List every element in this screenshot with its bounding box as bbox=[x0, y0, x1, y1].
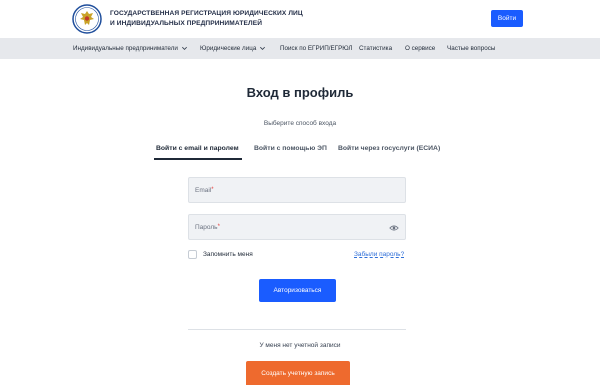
page-subtitle: Выберите способ входа bbox=[263, 120, 337, 127]
nav-item-label: Поиск по ЕГРИП/ЕГРЮЛ bbox=[280, 45, 353, 52]
login-method-tabs: Войти с email и паролем Войти с помощью … bbox=[154, 145, 444, 161]
required-mark: * bbox=[211, 187, 214, 193]
chevron-down-icon bbox=[260, 46, 266, 50]
eagle-emblem-icon[interactable] bbox=[72, 4, 102, 34]
required-mark: * bbox=[217, 224, 220, 230]
nav-item-label: Юридические лица bbox=[200, 45, 257, 52]
brand-title: ГОСУДАРСТВЕННАЯ РЕГИСТРАЦИЯ ЮРИДИЧЕСКИХ … bbox=[110, 9, 303, 28]
email-field[interactable]: Email* bbox=[188, 177, 406, 203]
remember-me-label[interactable]: Запомнить меня bbox=[203, 251, 253, 258]
create-account-button[interactable]: Создать учетную запись bbox=[246, 361, 350, 385]
main-nav: Индивидуальные предприниматели Юридическ… bbox=[0, 38, 600, 59]
nav-item-legal-entities[interactable]: Юридические лица bbox=[200, 38, 266, 59]
nav-item-label: Статистика bbox=[359, 45, 393, 52]
brand-line-1: ГОСУДАРСТВЕННАЯ РЕГИСТРАЦИЯ ЮРИДИЧЕСКИХ … bbox=[110, 10, 303, 17]
divider bbox=[188, 329, 406, 330]
nav-item-label: Частые вопросы bbox=[447, 45, 496, 52]
authorize-button[interactable]: Авторизоваться bbox=[259, 279, 336, 302]
active-tab-indicator bbox=[154, 158, 242, 160]
remember-me-checkbox[interactable] bbox=[188, 250, 197, 259]
nav-item-entrepreneurs[interactable]: Индивидуальные предприниматели bbox=[73, 38, 188, 59]
no-account-text: У меня нет учетной записи bbox=[259, 342, 341, 349]
email-label-text: Email bbox=[195, 187, 212, 194]
tab-gosuslugi[interactable]: Войти через госуслуги (ЕСИА) bbox=[338, 145, 440, 152]
chevron-down-icon bbox=[181, 46, 187, 50]
password-field-label: Пароль* bbox=[195, 224, 220, 231]
header-login-button[interactable]: Войти bbox=[491, 10, 523, 27]
brand-line-2: И ИНДИВИДУАЛЬНЫХ ПРЕДПРИНИМАТЕЛЕЙ bbox=[110, 19, 263, 27]
site-header: ГОСУДАРСТВЕННАЯ РЕГИСТРАЦИЯ ЮРИДИЧЕСКИХ … bbox=[0, 0, 600, 38]
nav-item-label: Индивидуальные предприниматели bbox=[73, 45, 178, 52]
email-field-label: Email* bbox=[195, 187, 214, 194]
forgot-password-link[interactable]: Забыли пароль? bbox=[354, 251, 404, 258]
tab-digital-signature[interactable]: Войти с помощью ЭП bbox=[254, 145, 327, 152]
password-field[interactable]: Пароль* bbox=[188, 214, 406, 240]
nav-item-statistics[interactable]: Статистика bbox=[359, 38, 392, 59]
tab-email-password[interactable]: Войти с email и паролем bbox=[156, 145, 239, 152]
page-title: Вход в профиль bbox=[246, 85, 354, 100]
nav-item-faq[interactable]: Частые вопросы bbox=[447, 38, 495, 59]
password-label-text: Пароль bbox=[195, 224, 218, 231]
eye-icon[interactable] bbox=[389, 223, 399, 233]
nav-item-about[interactable]: О сервисе bbox=[405, 38, 435, 59]
nav-item-search[interactable]: Поиск по ЕГРИП/ЕГРЮЛ bbox=[280, 38, 353, 59]
nav-item-label: О сервисе bbox=[405, 45, 436, 52]
